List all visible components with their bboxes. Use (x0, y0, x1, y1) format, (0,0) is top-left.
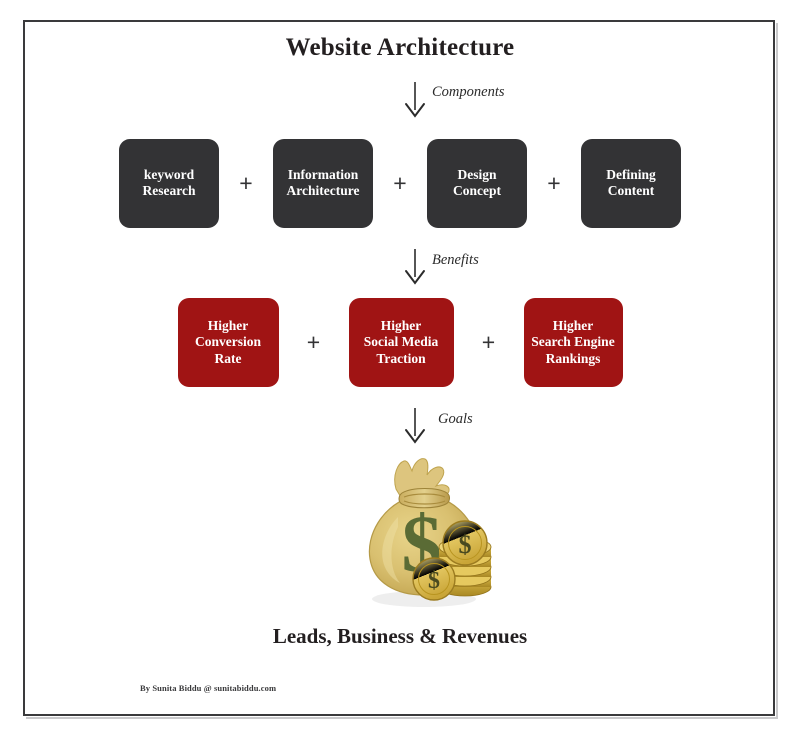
benefit-box-line2: Conversion (194, 334, 261, 350)
page-title: Website Architecture (285, 34, 515, 61)
benefits-row: Higher Conversion Rate + Higher Social M… (0, 298, 800, 387)
arrow-goals-icon (404, 406, 438, 446)
benefit-box-higher-search-engine-rankings: Higher Search Engine Rankings (523, 298, 623, 387)
arrow-label-components: Components (432, 84, 505, 100)
component-box-information-architecture: Information Architecture (273, 138, 373, 228)
components-row: keyword Research + Information Architect… (0, 138, 800, 228)
goal-caption: Leads, Business & Revenues (272, 624, 528, 648)
money-bag-icon: $ $ $ (352, 455, 502, 615)
plus-operator: + (239, 169, 253, 196)
benefit-box-higher-conversion-rate: Higher Conversion Rate (177, 298, 279, 387)
component-box-line2: Architecture (286, 183, 360, 198)
credit-line: By Sunita Biddu @ sunitabiddu.com (140, 683, 277, 693)
component-box-line2: Content (607, 183, 655, 198)
plus-operator: + (393, 169, 407, 196)
benefit-box-higher-social-media-traction: Higher Social Media Traction (348, 298, 454, 387)
plus-operator: + (481, 329, 496, 355)
component-box-line2: Research (142, 183, 196, 198)
component-box-line1: Defining (606, 166, 656, 182)
component-box-design-concept: Design Concept (427, 138, 527, 228)
component-box-line1: Information (287, 166, 359, 182)
benefit-box-line2: Social Media (363, 334, 439, 350)
plus-operator: + (306, 329, 321, 355)
component-box-line2: Concept (453, 183, 501, 198)
infographic-canvas: Website Architecture Components keyword … (0, 0, 800, 740)
benefit-box-line1: Higher (552, 317, 594, 333)
benefit-box-line1: Higher (380, 317, 422, 333)
component-box-line1: Design (457, 166, 497, 182)
benefit-box-line3: Traction (376, 350, 426, 366)
arrow-label-goals: Goals (438, 411, 473, 427)
benefit-box-line3: Rankings (545, 350, 601, 366)
component-box-defining-content: Defining Content (581, 138, 681, 228)
component-box-keyword-research: keyword Research (119, 138, 219, 228)
benefit-box-line1: Higher (207, 317, 249, 333)
arrow-label-benefits: Benefits (432, 252, 479, 268)
component-box-line1: keyword (143, 166, 195, 182)
benefit-box-line2: Search Engine (531, 334, 615, 350)
benefit-box-line3: Rate (214, 350, 242, 366)
plus-operator: + (547, 169, 561, 196)
svg-text:$: $ (428, 568, 440, 594)
svg-text:$: $ (459, 530, 472, 559)
